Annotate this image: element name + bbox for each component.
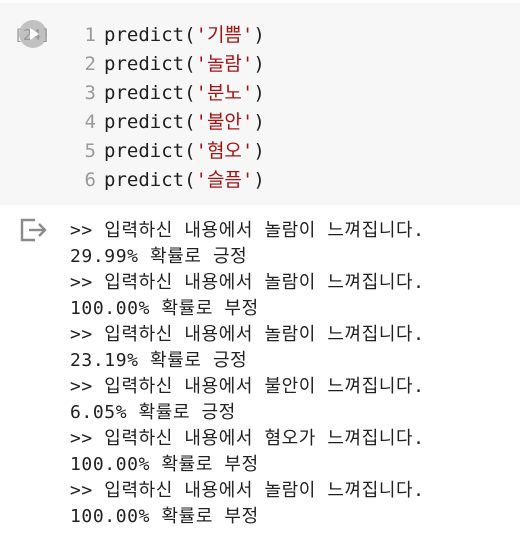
output-line: 100.00% 확률로 부정 [70, 298, 259, 319]
output-redirect-icon[interactable] [18, 216, 48, 244]
string-literal: '불안' [195, 111, 254, 133]
line-number: 2 [84, 53, 96, 75]
line-number: 3 [84, 82, 96, 104]
function-call: predict( [104, 24, 196, 46]
line-number: 5 [84, 140, 96, 162]
code-text: predict('기쁨') [104, 21, 265, 50]
code-text: predict('놀람') [104, 50, 265, 79]
code-text: predict('불안') [104, 108, 265, 137]
output-line: 23.19% 확률로 긍정 [70, 350, 248, 371]
close-paren: ) [253, 169, 265, 191]
output-line: >> 입력하신 내용에서 혐오가 느껴집니다. [70, 428, 425, 449]
output-line: 100.00% 확률로 부정 [70, 506, 259, 527]
close-paren: ) [253, 140, 265, 162]
output-line: >> 입력하신 내용에서 놀람이 느껴집니다. [70, 220, 425, 241]
code-text: predict('분노') [104, 79, 265, 108]
cell-output: >> 입력하신 내용에서 놀람이 느껴집니다. 29.99% 확률로 긍정 >>… [70, 218, 510, 530]
close-paren: ) [253, 82, 265, 104]
line-number: 1 [84, 24, 96, 46]
run-cell-button[interactable] [19, 20, 47, 48]
line-number: 4 [84, 111, 96, 133]
output-line: >> 입력하신 내용에서 놀람이 느껴집니다. [70, 324, 425, 345]
output-line: 100.00% 확률로 부정 [70, 454, 259, 475]
function-call: predict( [104, 169, 196, 191]
close-paren: ) [253, 111, 265, 133]
function-call: predict( [104, 111, 196, 133]
function-call: predict( [104, 53, 196, 75]
function-call: predict( [104, 140, 196, 162]
output-line: 29.99% 확률로 긍정 [70, 246, 248, 267]
output-line: >> 입력하신 내용에서 놀람이 느껴집니다. [70, 272, 425, 293]
output-line: 6.05% 확률로 긍정 [70, 402, 236, 423]
string-literal: '놀람' [195, 53, 254, 75]
string-literal: '기쁨' [195, 24, 254, 46]
output-line: >> 입력하신 내용에서 놀람이 느껴집니다. [70, 480, 425, 501]
string-literal: '슬픔' [195, 169, 254, 191]
line-number: 6 [84, 169, 96, 191]
string-literal: '혐오' [195, 140, 254, 162]
code-text: predict('슬픔') [104, 166, 265, 195]
function-call: predict( [104, 82, 196, 104]
close-paren: ) [253, 24, 265, 46]
code-text: predict('혐오') [104, 137, 265, 166]
string-literal: '분노' [195, 82, 254, 104]
close-paren: ) [253, 53, 265, 75]
code-cell[interactable]: [24] 1 predict('기쁨') 2 predict('놀람') 3 p… [0, 3, 520, 205]
output-line: >> 입력하신 내용에서 불안이 느껴집니다. [70, 376, 425, 397]
